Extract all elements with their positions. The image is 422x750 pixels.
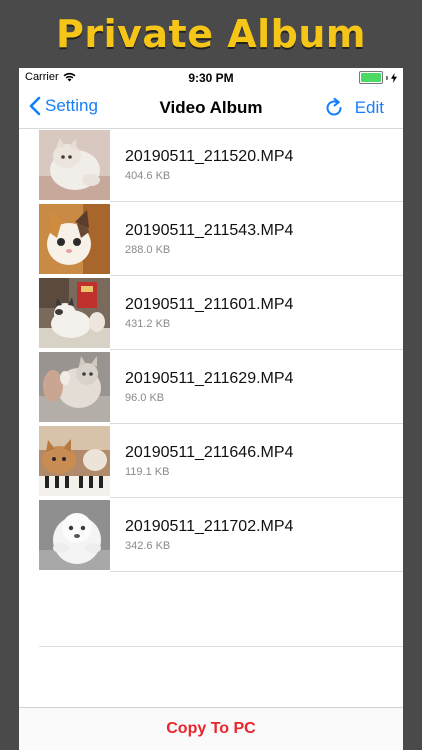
phone-screen: Carrier 9:30 PM Setting Video Album Edit… xyxy=(19,68,403,750)
refresh-icon xyxy=(326,97,342,116)
video-filesize: 96.0 KB xyxy=(125,392,165,404)
video-filename: 20190511_211543.MP4 xyxy=(125,222,294,239)
video-row[interactable]: 20190511_211702.MP4 342.6 KB xyxy=(19,498,403,572)
video-row[interactable]: 20190511_211629.MP4 96.0 KB xyxy=(19,350,403,424)
video-filesize: 342.6 KB xyxy=(125,540,171,552)
video-filesize: 431.2 KB xyxy=(125,318,171,330)
navigation-bar: Setting Video Album Edit xyxy=(19,88,403,129)
video-list: 20190511_211520.MP4 404.6 KB 20190511_21… xyxy=(19,128,403,572)
banner-title: Private Album xyxy=(56,12,366,56)
edit-button[interactable]: Edit xyxy=(355,98,384,118)
battery-fill xyxy=(361,73,381,82)
video-filename: 20190511_211601.MP4 xyxy=(125,296,294,313)
video-filesize: 288.0 KB xyxy=(125,244,171,256)
battery-tip xyxy=(386,75,388,80)
video-thumbnail xyxy=(39,130,110,200)
video-row[interactable]: 20190511_211520.MP4 404.6 KB xyxy=(19,128,403,202)
video-thumbnail xyxy=(39,278,110,348)
charging-bolt-icon xyxy=(391,72,397,83)
status-time: 9:30 PM xyxy=(188,71,234,85)
battery-icon xyxy=(359,71,383,84)
back-button[interactable]: Setting xyxy=(29,96,98,116)
video-thumbnail xyxy=(39,426,110,496)
video-filesize: 404.6 KB xyxy=(125,170,171,182)
refresh-button[interactable] xyxy=(323,97,345,124)
back-button-label: Setting xyxy=(45,96,98,115)
copy-to-pc-button[interactable]: Copy To PC xyxy=(166,720,255,738)
video-filename: 20190511_211702.MP4 xyxy=(125,518,294,535)
video-filename: 20190511_211629.MP4 xyxy=(125,370,294,387)
video-thumbnail xyxy=(39,500,110,570)
video-thumbnail xyxy=(39,352,110,422)
chevron-left-icon xyxy=(29,96,41,116)
video-thumbnail xyxy=(39,204,110,274)
video-filename: 20190511_211520.MP4 xyxy=(125,148,294,165)
status-bar: Carrier 9:30 PM xyxy=(19,68,403,88)
video-row[interactable]: 20190511_211601.MP4 431.2 KB xyxy=(19,276,403,350)
video-filesize: 119.1 KB xyxy=(125,466,170,478)
video-filename: 20190511_211646.MP4 xyxy=(125,444,294,461)
status-right xyxy=(359,71,397,84)
app-banner: Private Album xyxy=(0,0,422,68)
video-row[interactable]: 20190511_211646.MP4 119.1 KB xyxy=(19,424,403,498)
bottom-toolbar: Copy To PC xyxy=(19,707,403,750)
empty-row-divider xyxy=(39,646,403,647)
video-row[interactable]: 20190511_211543.MP4 288.0 KB xyxy=(19,202,403,276)
